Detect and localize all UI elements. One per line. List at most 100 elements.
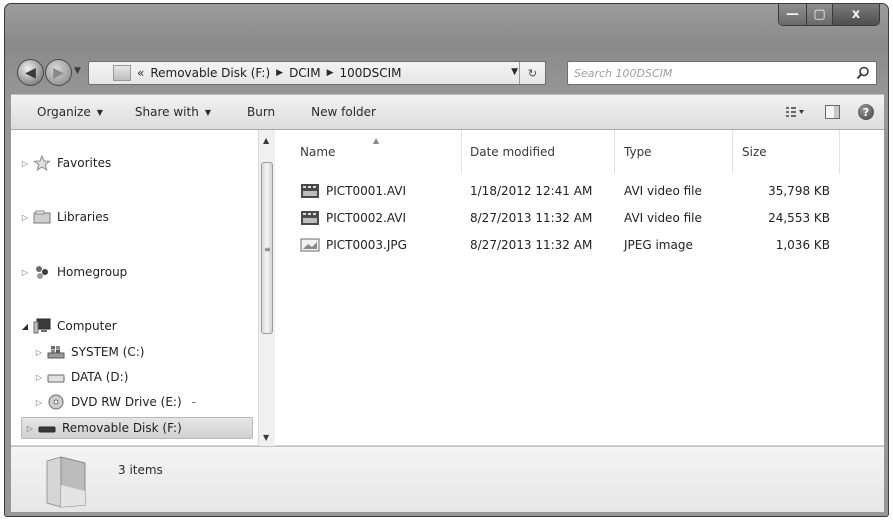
file-date: 8/27/2013 11:32 AM (470, 237, 593, 252)
column-divider[interactable] (839, 130, 840, 174)
sidebar-item-label: DATA (D:) (71, 370, 129, 384)
burn-label: Burn (246, 105, 276, 119)
forward-button[interactable]: ▶ (45, 59, 72, 86)
scroll-down-icon[interactable]: ▼ (263, 433, 269, 442)
chevron-down-icon: ▼ (204, 107, 211, 117)
navigation-bar: ◀ ▶ ▼ « Removable Disk (F:) ▶ DCIM ▶ 100… (5, 56, 888, 88)
file-type: AVI video file (624, 183, 702, 198)
chevron-down-icon: ▼ (96, 107, 103, 117)
sidebar-item-removable-f[interactable]: ▷ Removable Disk (F:) (21, 417, 253, 439)
file-row[interactable]: PICT0001.AVI 1/18/2012 12:41 AM AVI vide… (276, 177, 884, 204)
system-drive-icon (47, 346, 65, 359)
homegroup-icon (36, 266, 48, 279)
file-row[interactable]: PICT0002.AVI 8/27/2013 11:32 AM AVI vide… (276, 204, 884, 231)
main-content: ▷ Favorites ▷ Libraries ▷ Homegroup ◢ Co… (11, 130, 884, 446)
column-header-type[interactable]: Type (624, 130, 652, 174)
sidebar-item-label: Favorites (57, 156, 112, 170)
breadcrumb-removable-disk[interactable]: Removable Disk (F:) (150, 66, 270, 80)
back-button[interactable]: ◀ (17, 59, 44, 86)
eject-marker: - (191, 395, 196, 409)
computer-icon (33, 318, 51, 334)
file-date: 1/18/2012 12:41 AM (470, 183, 593, 198)
breadcrumb-arrow-icon[interactable]: ▶ (276, 68, 283, 78)
search-input[interactable] (568, 66, 838, 80)
sidebar-item-label: Homegroup (57, 265, 128, 279)
breadcrumb-100dscim[interactable]: 100DSCIM (340, 66, 402, 80)
command-bar: Organize ▼ Share with ▼ Burn New folder … (11, 94, 884, 130)
column-header-date-modified[interactable]: Date modified (470, 130, 555, 174)
sidebar-item-label: Computer (57, 319, 117, 333)
file-date: 8/27/2013 11:32 AM (470, 210, 593, 225)
file-name-cell: PICT0001.AVI (300, 177, 406, 204)
maximize-button[interactable]: ▢ (807, 4, 833, 25)
video-file-icon (301, 183, 319, 198)
preview-pane-icon[interactable] (825, 105, 840, 119)
recent-pages-dropdown[interactable]: ▼ (74, 66, 81, 76)
navigation-scrollbar[interactable]: ▲ ≡ ▼ (258, 130, 275, 446)
new-folder-label: New folder (311, 105, 376, 119)
organize-menu[interactable]: Organize ▼ (11, 95, 113, 129)
expand-arrow-icon[interactable]: ▷ (19, 159, 31, 168)
file-type: JPEG image (624, 237, 693, 252)
share-with-menu[interactable]: Share with ▼ (113, 95, 221, 129)
expand-arrow-icon[interactable]: ▷ (19, 213, 31, 222)
sidebar-item-data-d[interactable]: ▷ DATA (D:) (33, 366, 128, 388)
burn-button[interactable]: Burn (221, 95, 285, 129)
refresh-button[interactable]: ↻ (519, 62, 545, 84)
breadcrumb-overflow[interactable]: « (137, 66, 144, 80)
scroll-up-icon[interactable]: ▲ (263, 136, 269, 145)
file-name: PICT0001.AVI (326, 183, 407, 198)
change-view-icon[interactable] (785, 105, 805, 119)
expand-arrow-icon[interactable]: ▷ (19, 268, 31, 277)
expand-arrow-icon[interactable]: ▷ (33, 348, 45, 357)
sidebar-item-dvd-e[interactable]: ▷ DVD RW Drive (E:) - (33, 391, 196, 413)
file-name: PICT0003.JPG (326, 237, 407, 252)
collapse-arrow-icon[interactable]: ◢ (19, 322, 31, 331)
explorer-window: — ▢ x ◀ ▶ ▼ « Removable Disk (F:) ▶ DCIM… (4, 3, 889, 517)
column-header-size[interactable]: Size (742, 130, 767, 174)
sidebar-item-system-c[interactable]: ▷ SYSTEM (C:) (33, 341, 145, 363)
details-pane: 3 items (11, 446, 884, 512)
column-header-name[interactable]: Name (300, 130, 335, 174)
sidebar-item-label: DVD RW Drive (E:) (71, 395, 182, 409)
column-divider[interactable] (461, 130, 462, 174)
close-button[interactable]: x (833, 4, 879, 25)
search-icon[interactable] (856, 66, 870, 80)
column-divider[interactable] (732, 130, 733, 174)
breadcrumb-arrow-icon[interactable]: ▶ (327, 68, 334, 78)
address-dropdown-icon[interactable]: ▼ (511, 67, 518, 77)
refresh-icon: ↻ (527, 66, 538, 80)
sidebar-item-homegroup[interactable]: ▷ Homegroup (19, 261, 127, 283)
scrollbar-thumb[interactable]: ≡ (261, 162, 273, 334)
file-row[interactable]: PICT0003.JPG 8/27/2013 11:32 AM JPEG ima… (276, 231, 884, 258)
expand-arrow-icon[interactable]: ▷ (24, 424, 36, 433)
forward-arrow-icon: ▶ (53, 64, 64, 81)
folder-icon (113, 65, 131, 81)
help-icon[interactable]: ? (858, 104, 874, 120)
column-divider[interactable] (614, 130, 615, 174)
file-size: 24,553 KB (768, 210, 830, 225)
expand-arrow-icon[interactable]: ▷ (33, 398, 45, 407)
drive-icon (47, 374, 65, 383)
sidebar-item-computer[interactable]: ◢ Computer (19, 315, 117, 337)
star-icon (33, 155, 51, 171)
removable-disk-icon (38, 426, 56, 433)
expand-arrow-icon[interactable]: ▷ (33, 373, 45, 382)
file-name-cell: PICT0002.AVI (300, 204, 406, 231)
item-count: 3 items (118, 463, 163, 477)
sidebar-item-favorites[interactable]: ▷ Favorites (19, 152, 111, 174)
image-file-icon (300, 238, 320, 251)
address-bar[interactable]: « Removable Disk (F:) ▶ DCIM ▶ 100DSCIM … (88, 61, 546, 85)
search-box[interactable] (567, 61, 877, 85)
grip-icon: ≡ (264, 245, 271, 254)
video-file-icon (301, 210, 319, 225)
new-folder-button[interactable]: New folder (285, 95, 386, 129)
sidebar-item-label: Libraries (57, 210, 109, 224)
window-controls: — ▢ x (778, 4, 880, 26)
file-type: AVI video file (624, 210, 702, 225)
minimize-button[interactable]: — (779, 4, 807, 25)
share-with-label: Share with (134, 105, 199, 119)
breadcrumb-dcim[interactable]: DCIM (289, 66, 321, 80)
sidebar-item-libraries[interactable]: ▷ Libraries (19, 206, 109, 228)
breadcrumb: « Removable Disk (F:) ▶ DCIM ▶ 100DSCIM (137, 66, 402, 80)
